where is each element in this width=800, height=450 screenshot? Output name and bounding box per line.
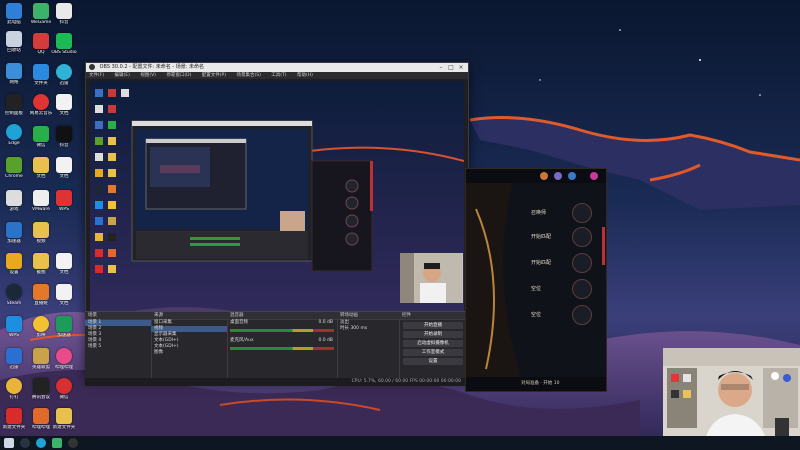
menu-tools[interactable]: 工具(T) <box>271 73 286 78</box>
desktop-icon-doc-2[interactable]: 文档 <box>50 157 78 179</box>
mixer-channel-label: 桌面音频 <box>230 320 248 325</box>
desktop-icon-this-pc[interactable]: 此电脑 <box>0 3 28 25</box>
obs-title: OBS 30.0.2 - 配置文件: 未命名 - 场景: 未命名 <box>99 64 205 70</box>
settings-button[interactable]: 设置 <box>403 358 463 365</box>
desktop-icon-app-11[interactable]: WPS <box>0 316 28 338</box>
scenes-dock: 场景 场景 1 场景 2 场景 3 场景 4 场景 5 <box>85 312 152 379</box>
sources-header: 来源 <box>151 312 227 320</box>
source-item[interactable]: 图像 <box>151 350 227 356</box>
sources-dock: 来源 窗口采集 视频 显示器采集 文本(GDI+) 文本(GDI+) 图像 <box>151 312 228 379</box>
desktop-icon-doc-1[interactable]: 文档 <box>50 94 78 116</box>
game-client-window[interactable]: 召唤师 开始匹配 开始匹配 空位 空位 对局准备 · 开始 10 <box>465 168 607 392</box>
webcam-image <box>400 253 462 303</box>
desktop-icon-doc-4[interactable]: 文档 <box>50 284 78 306</box>
webcam-image <box>663 348 800 450</box>
desktop-icon-app-8[interactable]: 加速器 <box>0 222 28 244</box>
desktop-icon-app-40[interactable]: 微信 <box>50 378 78 400</box>
desktop-icon-folder-2[interactable]: 视频 <box>27 222 55 244</box>
desktop-icon-app-9[interactable]: 设置 <box>0 253 28 275</box>
menu-edit[interactable]: 编辑(E) <box>115 73 130 78</box>
menu-file[interactable]: 文件(F) <box>89 73 104 78</box>
desktop-icon-recycle-bin[interactable]: 回收站 <box>0 31 28 53</box>
desktop-icon-network[interactable]: 网络 <box>0 63 28 85</box>
duration-label: 时长 <box>340 326 349 331</box>
controls-dock: 控件 开始直播 开始录制 启动虚拟摄像机 工作室模式 设置 <box>399 312 467 379</box>
search-icon[interactable] <box>20 438 30 448</box>
desktop-icon-tiktok[interactable]: 抖音 <box>50 3 78 25</box>
desktop-icon-control-panel[interactable]: 控制面板 <box>0 94 28 116</box>
audio-meter <box>230 329 334 332</box>
obs-taskbar-icon[interactable] <box>68 438 78 448</box>
desktop-icon-app-39[interactable]: 哔哩哔哩 <box>50 348 78 370</box>
desktop-icon-app-13[interactable]: 钉钉 <box>0 378 28 400</box>
avatar <box>572 305 592 325</box>
start-icon[interactable] <box>4 438 14 448</box>
obs-titlebar[interactable]: OBS 30.0.2 - 配置文件: 未命名 - 场景: 未命名 – □ × <box>86 63 468 72</box>
duration-value[interactable]: 300 ms <box>350 326 367 331</box>
start-streaming-button[interactable]: 开始直播 <box>403 322 463 329</box>
mixer-db: 0.0 dB <box>318 320 333 325</box>
lobby-slot[interactable]: 空位 <box>476 305 596 325</box>
desktop-icon-app-31[interactable]: 迅雷 <box>50 64 78 86</box>
app-taskbar-icon[interactable] <box>52 438 62 448</box>
audio-meter <box>230 347 334 350</box>
desktop-icon-app-38[interactable]: 加速器 <box>50 316 78 338</box>
desktop-icon-steam[interactable]: Steam <box>0 284 28 306</box>
lobby-slot[interactable]: 开始匹配 <box>476 253 596 273</box>
avatar <box>572 279 592 299</box>
desktop-icon-app-41[interactable]: 新建文件夹 <box>50 408 78 430</box>
mixer-dock: 混音器 桌面音频 0.0 dB 麦克风/Aux 0.0 dB <box>227 312 338 379</box>
desktop-icon-app-33[interactable]: 抖音 <box>50 126 78 148</box>
desktop-icon-doc-3[interactable]: 文档 <box>50 253 78 275</box>
start-recording-button[interactable]: 开始录制 <box>403 331 463 338</box>
lobby-slot[interactable]: 空位 <box>476 279 596 299</box>
menu-docks[interactable]: 停靠窗口(D) <box>166 73 191 78</box>
desktop-icon-app-35[interactable]: WPS <box>50 190 78 212</box>
menu-profile[interactable]: 配置文件(P) <box>202 73 226 78</box>
controls-header: 控件 <box>399 312 467 320</box>
desktop-icon-app-12[interactable]: 迅雷 <box>0 348 28 370</box>
studio-mode-button[interactable]: 工作室模式 <box>403 349 463 356</box>
avatar <box>572 203 592 223</box>
mixer-header: 混音器 <box>227 312 337 320</box>
mixer-channel-label: 麦克风/Aux <box>230 338 254 343</box>
window-controls: – □ × <box>436 63 466 72</box>
lobby-footer[interactable]: 对局准备 · 开始 10 <box>521 380 559 386</box>
desktop-icon-edge[interactable]: Edge <box>0 124 28 146</box>
desktop-icon-app-7[interactable]: 游戏 <box>0 190 28 212</box>
obs-status-bar: CPU: 5.7%, 60.00 / 60.00 FPS 00:00:00 00… <box>85 378 467 386</box>
minimize-icon[interactable]: – <box>436 63 446 72</box>
scenes-header: 场景 <box>85 312 151 320</box>
menu-view[interactable]: 视图(V) <box>140 73 156 78</box>
virtual-camera-button[interactable]: 启动虚拟摄像机 <box>403 340 463 347</box>
lobby-slot[interactable]: 召唤师 <box>476 203 596 223</box>
avatar <box>572 253 592 273</box>
transitions-dock: 转场动画 淡出 时长 300 ms <box>337 312 400 379</box>
obs-docks: 场景 场景 1 场景 2 场景 3 场景 4 场景 5 来源 窗口采集 视频 显… <box>85 311 467 379</box>
desktop-icon-app-14[interactable]: 新建文件夹 <box>0 408 28 430</box>
menu-scene-collection[interactable]: 场景集合(S) <box>236 73 260 78</box>
edge-taskbar-icon[interactable] <box>36 438 46 448</box>
webcam-preview-small <box>400 253 462 303</box>
scene-item[interactable]: 场景 5 <box>85 344 151 350</box>
taskbar <box>0 436 800 450</box>
avatar <box>572 227 592 247</box>
obs-logo-icon <box>89 63 95 70</box>
close-icon[interactable]: × <box>456 63 466 72</box>
lobby-slot[interactable]: 开始匹配 <box>476 227 596 247</box>
obs-menubar: 文件(F) 编辑(E) 视图(V) 停靠窗口(D) 配置文件(P) 场景集合(S… <box>86 72 468 79</box>
maximize-icon[interactable]: □ <box>446 63 456 72</box>
webcam-overlay <box>663 348 800 450</box>
mixer-db: 0.0 dB <box>318 338 333 343</box>
desktop-icon-app-30[interactable]: OBS Studio <box>50 33 78 55</box>
menu-help[interactable]: 帮助(H) <box>297 73 313 78</box>
transitions-header: 转场动画 <box>337 312 399 320</box>
desktop-icon-nvidia[interactable]: Chrome <box>0 157 28 179</box>
